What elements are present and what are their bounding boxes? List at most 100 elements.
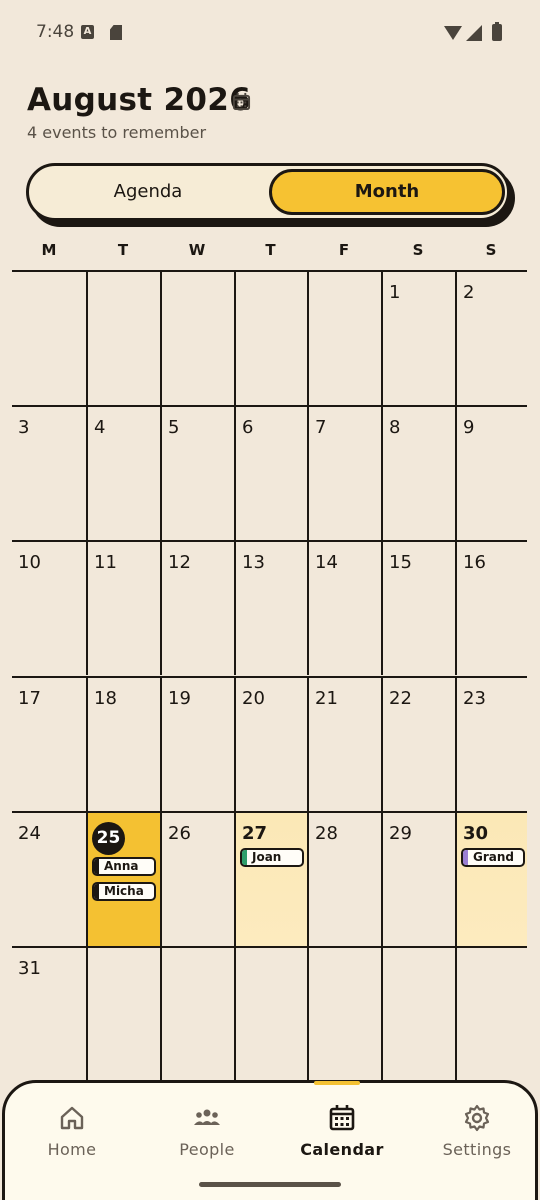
day-cell-9[interactable]: 9	[455, 405, 527, 540]
day-number: 21	[315, 688, 338, 709]
day-number: 26	[168, 823, 191, 844]
day-cell-13[interactable]: 13	[234, 540, 307, 675]
empty-day-cell	[307, 270, 381, 405]
nav-item-settings[interactable]: Settings	[412, 1103, 540, 1173]
day-cell-4[interactable]: 4	[86, 405, 160, 540]
day-cell-28[interactable]: 28	[307, 811, 381, 946]
nav-item-calendar[interactable]: Calendar	[277, 1103, 407, 1173]
day-number: 18	[94, 688, 117, 709]
nav-item-home[interactable]: Home	[7, 1103, 137, 1173]
day-cell-18[interactable]: 18	[86, 676, 160, 811]
day-number: 14	[315, 552, 338, 573]
event-chip[interactable]: Micha	[92, 882, 156, 901]
day-cell-19[interactable]: 19	[160, 676, 234, 811]
event-chip-label: Micha	[104, 884, 144, 898]
day-cell-3[interactable]: 3	[12, 405, 86, 540]
day-number: 28	[315, 823, 338, 844]
event-chip[interactable]: Grand	[461, 848, 525, 867]
empty-day-cell	[160, 270, 234, 405]
status-time: 7:48	[36, 22, 75, 42]
day-number: 20	[242, 688, 265, 709]
people-icon	[192, 1103, 222, 1133]
nav-label: Settings	[442, 1140, 512, 1159]
day-cell-2[interactable]: 2	[455, 270, 527, 405]
day-cell-27[interactable]: 27 Joan	[234, 811, 307, 946]
event-chip-label: Anna	[104, 859, 139, 873]
weekday-label: S	[485, 241, 497, 259]
page-title: August 2026	[27, 82, 251, 118]
day-cell-31[interactable]: 31	[12, 946, 86, 1081]
wifi-icon	[444, 26, 462, 40]
day-cell-21[interactable]: 21	[307, 676, 381, 811]
empty-day-cell	[307, 946, 381, 1081]
day-cell-20[interactable]: 20	[234, 676, 307, 811]
weekday-label: S	[412, 241, 424, 259]
nav-label: Calendar	[300, 1140, 384, 1159]
day-number: 6	[242, 417, 254, 438]
day-number: 13	[242, 552, 265, 573]
day-number: 11	[94, 552, 117, 573]
day-cell-17[interactable]: 17	[12, 676, 86, 811]
event-color-stripe	[94, 859, 99, 874]
weekday-label: W	[188, 241, 206, 259]
calendar-picker-icon[interactable]	[232, 92, 251, 111]
event-chip-label: Grand	[473, 850, 514, 864]
day-cell-10[interactable]: 10	[12, 540, 86, 675]
day-cell-7[interactable]: 7	[307, 405, 381, 540]
day-number: 2	[463, 282, 475, 303]
day-cell-5[interactable]: 5	[160, 405, 234, 540]
event-chip[interactable]: Anna	[92, 857, 156, 876]
day-cell-12[interactable]: 12	[160, 540, 234, 675]
event-chip[interactable]: Joan	[240, 848, 304, 867]
day-cell-6[interactable]: 6	[234, 405, 307, 540]
agenda-tab[interactable]: Agenda	[32, 169, 264, 215]
day-cell-1[interactable]: 1	[381, 270, 455, 405]
gear-icon	[462, 1103, 492, 1133]
day-cell-24[interactable]: 24	[12, 811, 86, 946]
view-toggle: Agenda Month	[26, 163, 510, 221]
event-chip-label: Joan	[252, 850, 282, 864]
day-cell-22[interactable]: 22	[381, 676, 455, 811]
day-cell-25[interactable]: 25 Anna Micha	[86, 811, 160, 946]
month-grid: 1 2 3 4 5 6 7 8 9 10 11 12 13 14 15 16 17 18 19 20 21 22 23 24 2…	[12, 270, 527, 1085]
day-cell-14[interactable]: 14	[307, 540, 381, 675]
day-number: 30	[463, 823, 489, 844]
day-number: 19	[168, 688, 191, 709]
month-tab[interactable]: Month	[269, 169, 505, 215]
day-number: 22	[389, 688, 412, 709]
day-number: 12	[168, 552, 191, 573]
gesture-bar[interactable]	[199, 1182, 341, 1187]
empty-day-cell	[160, 946, 234, 1081]
day-number: 15	[389, 552, 412, 573]
battery-icon	[492, 22, 502, 41]
day-cell-23[interactable]: 23	[455, 676, 527, 811]
day-number: 8	[389, 417, 401, 438]
empty-day-cell	[455, 946, 527, 1081]
day-cell-11[interactable]: 11	[86, 540, 160, 675]
sd-card-icon	[110, 25, 122, 40]
status-bar: 7:48 A	[0, 0, 540, 66]
day-number: 24	[18, 823, 41, 844]
signal-icon	[466, 25, 482, 41]
day-cell-30[interactable]: 30 Grand	[455, 811, 527, 946]
day-number: 17	[18, 688, 41, 709]
nav-label: People	[179, 1140, 235, 1159]
day-cell-8[interactable]: 8	[381, 405, 455, 540]
day-number: 10	[18, 552, 41, 573]
day-cell-29[interactable]: 29	[381, 811, 455, 946]
day-cell-15[interactable]: 15	[381, 540, 455, 675]
empty-day-cell	[12, 270, 86, 405]
day-number: 16	[463, 552, 486, 573]
day-cell-16[interactable]: 16	[455, 540, 527, 675]
weekday-label: M	[41, 241, 57, 259]
empty-day-cell	[234, 270, 307, 405]
calendar-icon	[327, 1103, 357, 1133]
event-color-stripe	[463, 850, 468, 865]
day-number: 3	[18, 417, 30, 438]
nav-item-people[interactable]: People	[142, 1103, 272, 1173]
today-marker: 25	[92, 822, 125, 855]
home-icon	[57, 1103, 87, 1133]
day-cell-26[interactable]: 26	[160, 811, 234, 946]
event-color-stripe	[242, 850, 247, 865]
nav-label: Home	[47, 1140, 97, 1159]
